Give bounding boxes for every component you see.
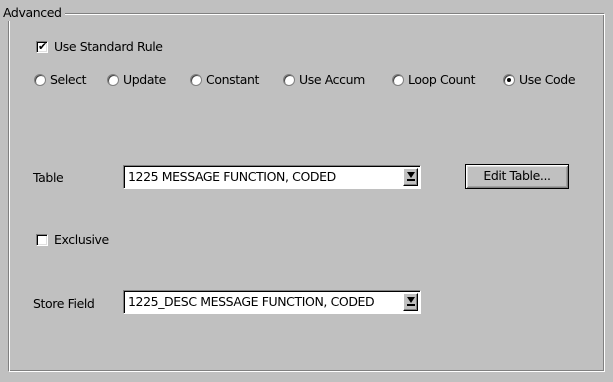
radio-select-label: Select	[50, 72, 87, 87]
dropdown-arrow-icon[interactable]	[403, 293, 418, 311]
store-field-value: 1225_DESC MESSAGE FUNCTION, CODED	[128, 294, 375, 309]
exclusive-checkbox[interactable]	[36, 234, 48, 246]
radio-use-accum[interactable]	[283, 74, 295, 86]
dropdown-arrow-icon[interactable]	[403, 168, 418, 186]
radio-update-label: Update	[123, 72, 166, 87]
use-standard-rule-checkbox[interactable]: ✔	[36, 40, 48, 53]
advanced-panel: Advanced ✔ Use Standard Rule Select Upda…	[0, 0, 613, 382]
radio-loop-count[interactable]	[392, 74, 404, 86]
radio-use-code[interactable]	[503, 74, 515, 86]
table-combo[interactable]: 1225 MESSAGE FUNCTION, CODED	[123, 165, 421, 189]
store-field-combo[interactable]: 1225_DESC MESSAGE FUNCTION, CODED	[123, 290, 421, 314]
checkmark-icon: ✔	[38, 40, 48, 53]
radio-use-accum-label: Use Accum	[299, 72, 365, 87]
exclusive-label: Exclusive	[54, 232, 109, 247]
radio-update[interactable]	[107, 74, 119, 86]
use-standard-rule-label: Use Standard Rule	[54, 39, 163, 54]
radio-constant-label: Constant	[206, 72, 259, 87]
radio-loop-count-label: Loop Count	[408, 72, 476, 87]
store-field-label: Store Field	[33, 296, 95, 311]
radio-select[interactable]	[34, 74, 46, 86]
advanced-group-box	[8, 13, 605, 372]
table-value: 1225 MESSAGE FUNCTION, CODED	[128, 169, 336, 184]
radio-selected-dot	[507, 78, 511, 82]
edit-table-button[interactable]: Edit Table...	[465, 164, 569, 189]
radio-constant[interactable]	[190, 74, 202, 86]
radio-use-code-label: Use Code	[519, 72, 576, 87]
table-label: Table	[33, 170, 64, 185]
group-title: Advanced	[0, 5, 65, 21]
